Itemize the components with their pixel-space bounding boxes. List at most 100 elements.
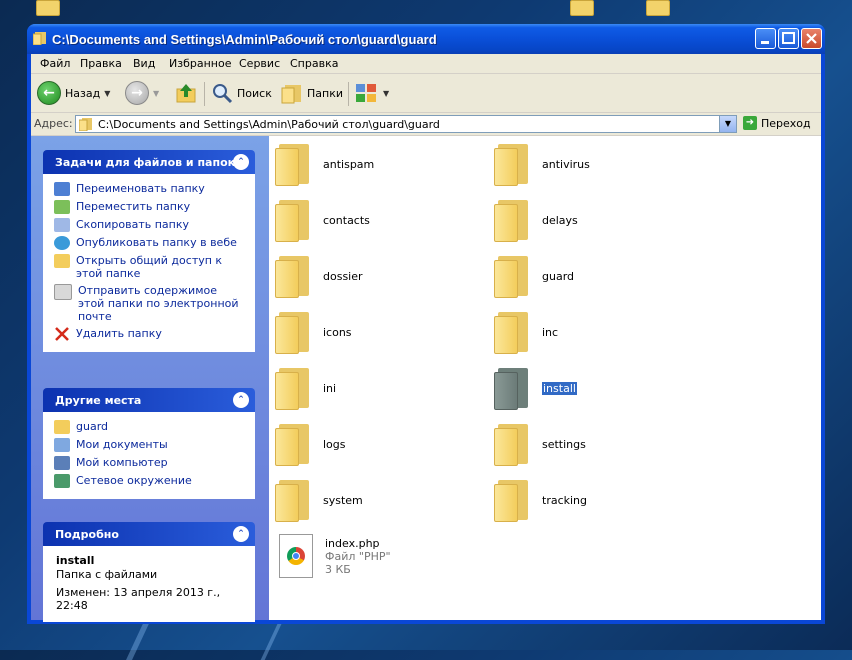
task-share-folder[interactable]: Открыть общий доступ к этой папке [44,252,254,282]
close-button[interactable] [801,28,822,49]
folder-up-icon [176,84,196,103]
details-title: Подробно [55,528,119,541]
rename-icon [54,182,70,196]
place-my-computer[interactable]: Мой компьютер [44,454,254,472]
other-places-body: guard Мои документы Мой компьютер Сетево… [43,412,255,499]
folder-icon [275,198,309,242]
desktop-icon[interactable] [36,0,60,16]
maximize-icon [782,32,795,44]
go-button[interactable]: ➜ Переход [743,116,811,130]
desktop-folder-icon[interactable] [570,0,594,16]
chevron-down-icon: ▼ [383,88,390,98]
task-copy-folder[interactable]: Скопировать папку [44,216,254,234]
toolbar: ← Назад ▼ → ▼ Поиск Папки ▼ [31,74,821,113]
task-delete-folder[interactable]: Удалить папку [44,325,254,343]
details-header[interactable]: Подробно ⌃ [43,522,255,546]
folder-icon [494,142,528,186]
task-label: Отправить содержимое этой папки по элект… [78,284,239,323]
place-my-documents[interactable]: Мои документы [44,436,254,454]
chevron-down-icon[interactable]: ▼ [153,89,159,98]
maximize-button[interactable] [778,28,799,49]
file-name: inc [542,325,559,339]
file-name: install [542,381,577,395]
other-places-panel: Другие места ⌃ guard Мои документы Мой к… [43,388,255,499]
search-button[interactable]: Поиск [211,80,272,106]
task-label: Опубликовать папку в вебе [76,236,237,249]
file-item[interactable]: icons [275,310,352,354]
menu-file[interactable]: Файл [40,57,70,70]
search-label: Поиск [237,86,272,100]
back-label: Назад [65,86,101,100]
menu-edit[interactable]: Правка [80,57,122,70]
file-tasks-title: Задачи для файлов и папок [55,156,236,169]
minimize-icon [761,41,769,44]
file-item[interactable]: ini [275,366,336,410]
views-button[interactable]: ▼ [355,80,389,106]
place-guard[interactable]: guard [44,418,254,436]
file-tasks-header[interactable]: Задачи для файлов и папок ⌃ [43,150,255,174]
details-body: install Папка с файлами Изменен: 13 апре… [43,546,255,622]
folders-button[interactable]: Папки [281,80,343,106]
collapse-chevron-icon[interactable]: ⌃ [233,392,249,408]
details-panel: Подробно ⌃ install Папка с файлами Измен… [43,522,255,622]
task-publish-folder[interactable]: Опубликовать папку в вебе [44,234,254,252]
title-bar[interactable]: C:\Documents and Settings\Admin\Рабочий … [27,24,825,54]
other-places-header[interactable]: Другие места ⌃ [43,388,255,412]
file-item[interactable]: settings [494,422,586,466]
details-modified: Изменен: 13 апреля 2013 г., 22:48 [56,586,221,612]
file-item[interactable]: inc [494,310,558,354]
menu-tools[interactable]: Сервис [239,57,280,70]
file-name: icons [323,325,352,339]
file-item-selected[interactable]: install [494,366,577,410]
address-dropdown-button[interactable]: ▼ [719,116,736,132]
window-title: C:\Documents and Settings\Admin\Рабочий … [52,32,437,47]
file-name: ini [323,381,337,395]
details-type: Папка с файлами [56,568,158,581]
file-name: settings [542,437,586,451]
network-icon [54,474,70,488]
folder-icon [494,366,528,410]
file-name: system [323,493,363,507]
share-icon [54,254,70,268]
task-rename-folder[interactable]: Переименовать папку [44,180,254,198]
address-input[interactable]: C:\Documents and Settings\Admin\Рабочий … [75,115,737,133]
close-icon [806,33,817,44]
file-item[interactable]: system [275,478,363,522]
php-file-item[interactable]: index.php Файл "PHP" 3 КБ [279,534,391,578]
collapse-chevron-icon[interactable]: ⌃ [233,526,249,542]
file-item[interactable]: contacts [275,198,370,242]
my-computer-icon [54,456,70,470]
toolbar-separator [204,82,205,106]
menu-favorites[interactable]: Избранное [169,57,231,70]
minimize-button[interactable] [755,28,776,49]
collapse-chevron-icon[interactable]: ⌃ [233,154,249,170]
place-label: guard [76,420,109,433]
chevron-down-icon[interactable]: ▼ [104,89,110,98]
task-email-folder[interactable]: Отправить содержимое этой папки по элект… [44,282,254,325]
desktop-folder-icon[interactable] [646,0,670,16]
task-label: Открыть общий доступ к этой папке [76,254,223,280]
file-item[interactable]: antivirus [494,142,590,186]
place-label: Мой компьютер [76,456,168,469]
folder-icon [79,118,92,131]
views-icon [356,84,376,102]
web-publish-icon [54,236,70,250]
file-item[interactable]: dossier [275,254,363,298]
file-name: guard [542,269,575,283]
menu-help[interactable]: Справка [290,57,338,70]
file-item[interactable]: delays [494,198,578,242]
forward-button[interactable]: → ▼ [125,80,159,106]
menu-view[interactable]: Вид [133,57,155,70]
task-move-folder[interactable]: Переместить папку [44,198,254,216]
task-label: Удалить папку [76,327,162,340]
file-name: tracking [542,493,588,507]
file-item[interactable]: antispam [275,142,374,186]
place-network[interactable]: Сетевое окружение [44,472,254,490]
file-item[interactable]: guard [494,254,574,298]
my-documents-icon [54,438,70,452]
file-item[interactable]: tracking [494,478,587,522]
back-button[interactable]: ← Назад ▼ [37,80,110,106]
file-item[interactable]: logs [275,422,346,466]
up-folder-button[interactable] [174,80,198,106]
folder-icon [494,254,528,298]
